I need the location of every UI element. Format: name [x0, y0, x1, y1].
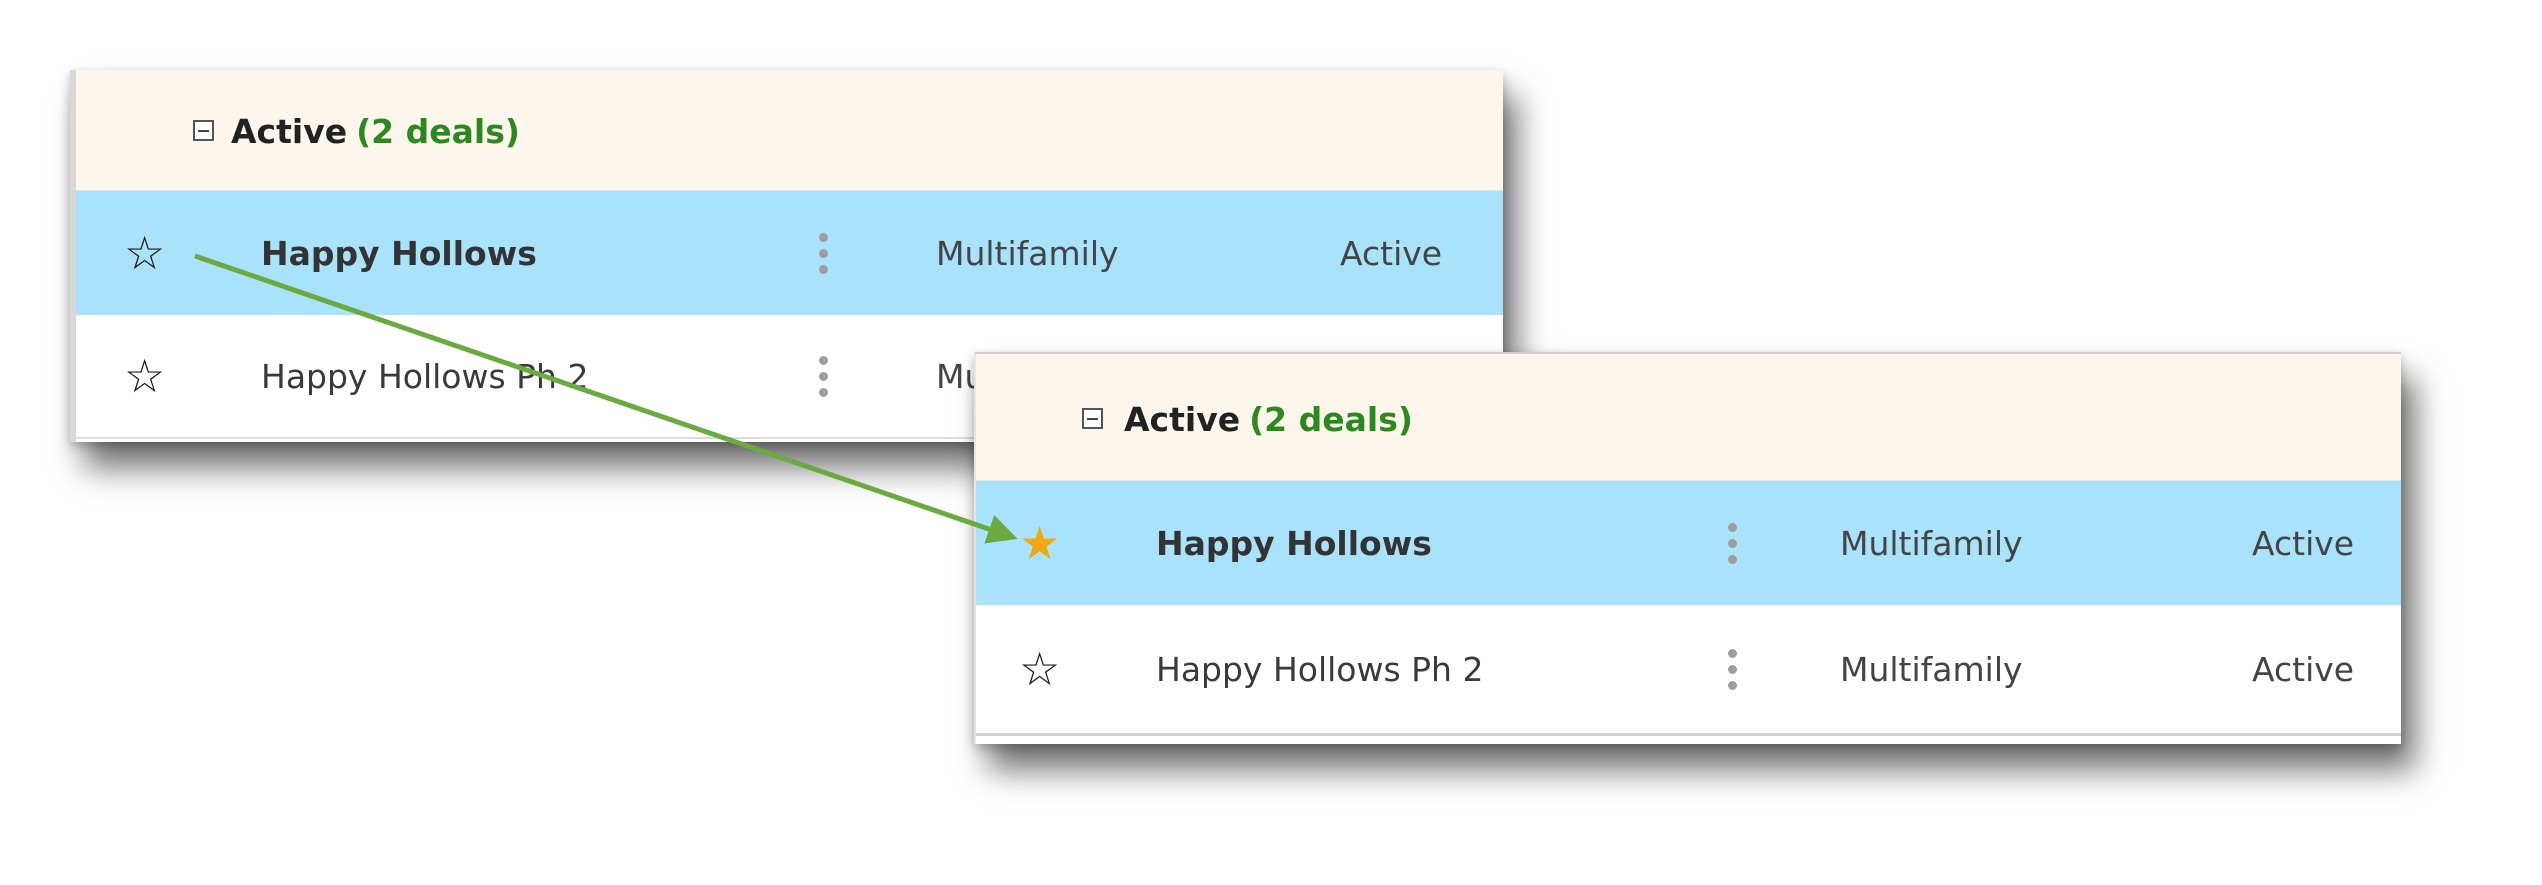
deal-count: (2 deals) [1249, 400, 1413, 439]
asset-type: Multifamily [1840, 523, 2023, 563]
asset-type: Multifamily [936, 233, 1119, 273]
group-header-active: Active (2 deals) [76, 70, 1503, 193]
deal-count: (2 deals) [356, 112, 520, 151]
tutorial-graphic: Active (2 deals) ☆ Happy Hollows Multifam… [0, 0, 2542, 885]
deal-status: Active [1340, 233, 1443, 273]
kebab-menu-icon[interactable] [1721, 481, 1743, 605]
deal-name[interactable]: Happy Hollows [261, 191, 537, 315]
collapse-minus-icon[interactable] [1082, 408, 1103, 429]
collapse-minus-icon[interactable] [193, 120, 214, 141]
table-row[interactable]: ★ Happy Hollows Multifamily Active [976, 481, 2401, 607]
table-row[interactable]: ☆ Happy Hollows Ph 2 Multifamily Active [976, 605, 2401, 736]
star-outline-icon[interactable]: ☆ [124, 315, 165, 437]
deal-name[interactable]: Happy Hollows [1156, 481, 1432, 605]
group-label: Active [231, 112, 348, 151]
star-outline-icon[interactable]: ☆ [124, 191, 165, 315]
deal-status: Active [2252, 649, 2355, 689]
group-header-active: Active (2 deals) [976, 354, 2401, 483]
group-title: Active (2 deals) [231, 112, 520, 151]
deals-list-after: Active (2 deals) ★ Happy Hollows Multifam… [974, 352, 2401, 744]
group-title: Active (2 deals) [1124, 400, 1413, 439]
deal-status: Active [2252, 523, 2355, 563]
kebab-menu-icon[interactable] [812, 191, 834, 315]
group-label: Active [1124, 400, 1241, 439]
star-filled-icon[interactable]: ★ [1019, 481, 1060, 605]
table-row[interactable]: ☆ Happy Hollows Multifamily Active [76, 191, 1503, 317]
star-outline-icon[interactable]: ☆ [1019, 605, 1060, 733]
kebab-menu-icon[interactable] [812, 315, 834, 437]
kebab-menu-icon[interactable] [1721, 605, 1743, 733]
asset-type: Multifamily [1840, 649, 2023, 689]
deal-name[interactable]: Happy Hollows Ph 2 [261, 315, 588, 437]
deal-name[interactable]: Happy Hollows Ph 2 [1156, 605, 1483, 733]
